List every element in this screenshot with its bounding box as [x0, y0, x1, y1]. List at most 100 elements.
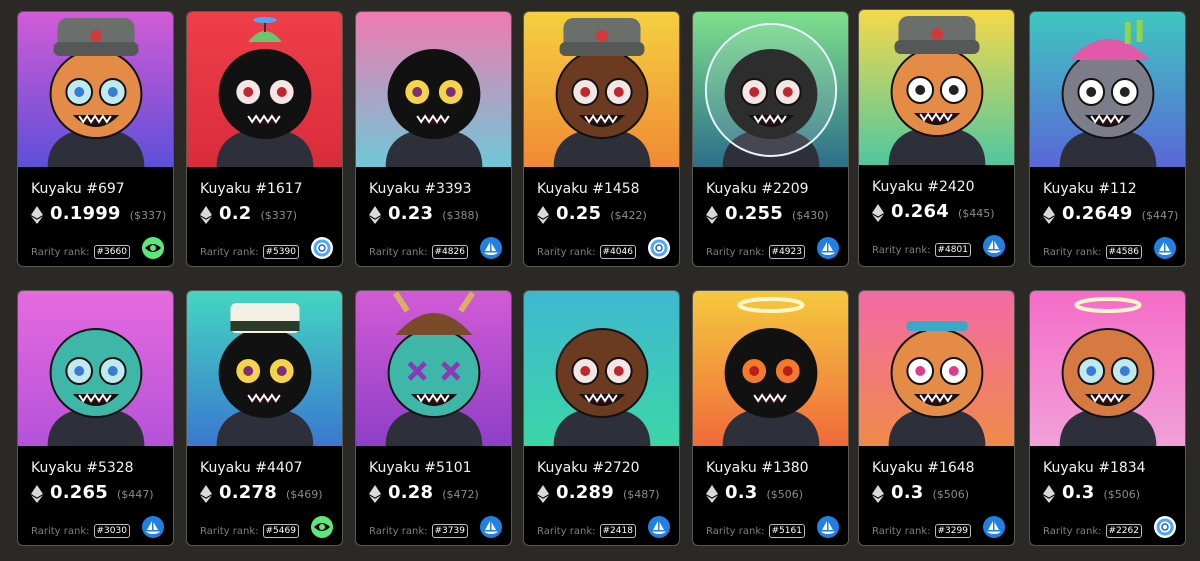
nft-info: Kuyaku #1617 0.2 ($337) Rarity rank: #53…: [187, 167, 342, 266]
nft-info: Kuyaku #5328 0.265 ($447) Rarity rank: #…: [18, 446, 173, 545]
nft-name[interactable]: Kuyaku #5328: [31, 460, 134, 476]
nft-artwork[interactable]: [1030, 12, 1185, 167]
ethereum-icon: [369, 206, 381, 224]
nft-artwork[interactable]: [859, 10, 1014, 165]
nft-card[interactable]: Kuyaku #697 0.1999 ($337) Rarity rank: #…: [17, 11, 174, 267]
nft-card[interactable]: Kuyaku #112 0.2649 ($447) Rarity rank: #…: [1029, 11, 1186, 267]
rarity-value-badge: #4923: [768, 245, 805, 259]
rarity-rank: Rarity rank: #5161: [706, 524, 805, 538]
nft-info: Kuyaku #2209 0.255 ($430) Rarity rank: #…: [693, 167, 848, 266]
price-usd: ($506): [1103, 488, 1141, 501]
nft-name[interactable]: Kuyaku #2720: [537, 460, 640, 476]
looksrare-eye-icon[interactable]: [311, 516, 333, 538]
nft-card[interactable]: Kuyaku #2420 0.264 ($445) Rarity rank: #…: [858, 9, 1015, 267]
looksrare-eye-icon[interactable]: [142, 237, 164, 259]
opensea-ship-icon[interactable]: [142, 516, 164, 538]
price-row: 0.3 ($506): [1043, 482, 1140, 506]
nft-name[interactable]: Kuyaku #1617: [200, 181, 303, 197]
nft-name[interactable]: Kuyaku #1458: [537, 181, 640, 197]
ethereum-icon: [369, 485, 381, 503]
rarity-value-badge: #5390: [262, 245, 299, 259]
nft-info: Kuyaku #1380 0.3 ($506) Rarity rank: #51…: [693, 446, 848, 545]
rarity-rank: Rarity rank: #3299: [872, 524, 971, 538]
opensea-ship-icon[interactable]: [1154, 237, 1176, 259]
ethereum-icon: [1043, 206, 1055, 224]
nft-artwork[interactable]: [18, 12, 173, 167]
nft-card[interactable]: Kuyaku #1458 0.25 ($422) Rarity rank: #4…: [523, 11, 680, 267]
nft-artwork[interactable]: [524, 291, 679, 446]
opensea-ship-icon[interactable]: [480, 237, 502, 259]
rarity-rank: Rarity rank: #4801: [872, 243, 971, 257]
rarity-label: Rarity rank:: [706, 246, 765, 258]
nft-name[interactable]: Kuyaku #1648: [872, 460, 975, 476]
nft-name[interactable]: Kuyaku #112: [1043, 181, 1137, 197]
nft-artwork[interactable]: [187, 291, 342, 446]
rarity-value-badge: #4801: [934, 243, 971, 257]
rarity-rank: Rarity rank: #4826: [369, 245, 468, 259]
price-row: 0.23 ($388): [369, 203, 479, 227]
nft-name[interactable]: Kuyaku #4407: [200, 460, 303, 476]
rarity-label: Rarity rank:: [369, 525, 428, 537]
nft-artwork[interactable]: [1030, 291, 1185, 446]
x2y2-ring-icon[interactable]: [648, 237, 670, 259]
price-eth: 0.23: [388, 203, 434, 224]
opensea-ship-icon[interactable]: [648, 516, 670, 538]
rarity-value-badge: #2262: [1105, 524, 1142, 538]
rarity-rank: Rarity rank: #4923: [706, 245, 805, 259]
nft-artwork[interactable]: [859, 291, 1014, 446]
nft-artwork[interactable]: [693, 12, 848, 167]
ethereum-icon: [200, 206, 212, 224]
nft-name[interactable]: Kuyaku #2209: [706, 181, 809, 197]
price-usd: ($472): [442, 488, 479, 501]
price-row: 0.3 ($506): [706, 482, 803, 506]
rarity-label: Rarity rank:: [200, 525, 259, 537]
nft-artwork[interactable]: [356, 12, 511, 167]
opensea-ship-icon[interactable]: [983, 516, 1005, 538]
rarity-rank: Rarity rank: #5469: [200, 524, 299, 538]
ethereum-icon: [706, 206, 718, 224]
rarity-value-badge: #4826: [431, 245, 468, 259]
nft-card[interactable]: Kuyaku #3393 0.23 ($388) Rarity rank: #4…: [355, 11, 512, 267]
nft-card[interactable]: Kuyaku #1834 0.3 ($506) Rarity rank: #22…: [1029, 290, 1186, 546]
nft-name[interactable]: Kuyaku #1834: [1043, 460, 1146, 476]
nft-listing-grid: Kuyaku #697 0.1999 ($337) Rarity rank: #…: [0, 0, 1200, 561]
price-usd: ($506): [932, 488, 970, 501]
nft-artwork[interactable]: [693, 291, 848, 446]
nft-card[interactable]: Kuyaku #2209 0.255 ($430) Rarity rank: #…: [692, 11, 849, 267]
nft-name[interactable]: Kuyaku #5101: [369, 460, 472, 476]
nft-info: Kuyaku #3393 0.23 ($388) Rarity rank: #4…: [356, 167, 511, 266]
nft-artwork[interactable]: [187, 12, 342, 167]
price-eth: 0.25: [556, 203, 602, 224]
price-usd: ($422): [610, 209, 647, 222]
opensea-ship-icon[interactable]: [480, 516, 502, 538]
rarity-label: Rarity rank:: [872, 244, 931, 256]
nft-name[interactable]: Kuyaku #3393: [369, 181, 472, 197]
nft-name[interactable]: Kuyaku #697: [31, 181, 125, 197]
nft-name[interactable]: Kuyaku #2420: [872, 179, 975, 195]
x2y2-ring-icon[interactable]: [311, 237, 333, 259]
nft-name[interactable]: Kuyaku #1380: [706, 460, 809, 476]
rarity-label: Rarity rank:: [31, 525, 90, 537]
nft-card[interactable]: Kuyaku #1648 0.3 ($506) Rarity rank: #32…: [858, 290, 1015, 546]
price-usd: ($337): [129, 209, 167, 222]
nft-artwork[interactable]: [356, 291, 511, 446]
nft-card[interactable]: Kuyaku #2720 0.289 ($487) Rarity rank: #…: [523, 290, 680, 546]
rarity-label: Rarity rank:: [31, 246, 90, 258]
rarity-label: Rarity rank:: [1043, 246, 1102, 258]
nft-card[interactable]: Kuyaku #5328 0.265 ($447) Rarity rank: #…: [17, 290, 174, 546]
rarity-value-badge: #3030: [93, 524, 130, 538]
price-row: 0.289 ($487): [537, 482, 660, 506]
x2y2-ring-icon[interactable]: [1154, 516, 1176, 538]
opensea-ship-icon[interactable]: [817, 237, 839, 259]
opensea-ship-icon[interactable]: [983, 235, 1005, 257]
nft-artwork[interactable]: [18, 291, 173, 446]
nft-card[interactable]: Kuyaku #5101 0.28 ($472) Rarity rank: #3…: [355, 290, 512, 546]
price-row: 0.25 ($422): [537, 203, 647, 227]
nft-card[interactable]: Kuyaku #1617 0.2 ($337) Rarity rank: #53…: [186, 11, 343, 267]
nft-artwork[interactable]: [524, 12, 679, 167]
nft-card[interactable]: Kuyaku #1380 0.3 ($506) Rarity rank: #51…: [692, 290, 849, 546]
price-row: 0.264 ($445): [872, 201, 995, 225]
opensea-ship-icon[interactable]: [817, 516, 839, 538]
price-usd: ($337): [260, 209, 298, 222]
nft-card[interactable]: Kuyaku #4407 0.278 ($469) Rarity rank: #…: [186, 290, 343, 546]
